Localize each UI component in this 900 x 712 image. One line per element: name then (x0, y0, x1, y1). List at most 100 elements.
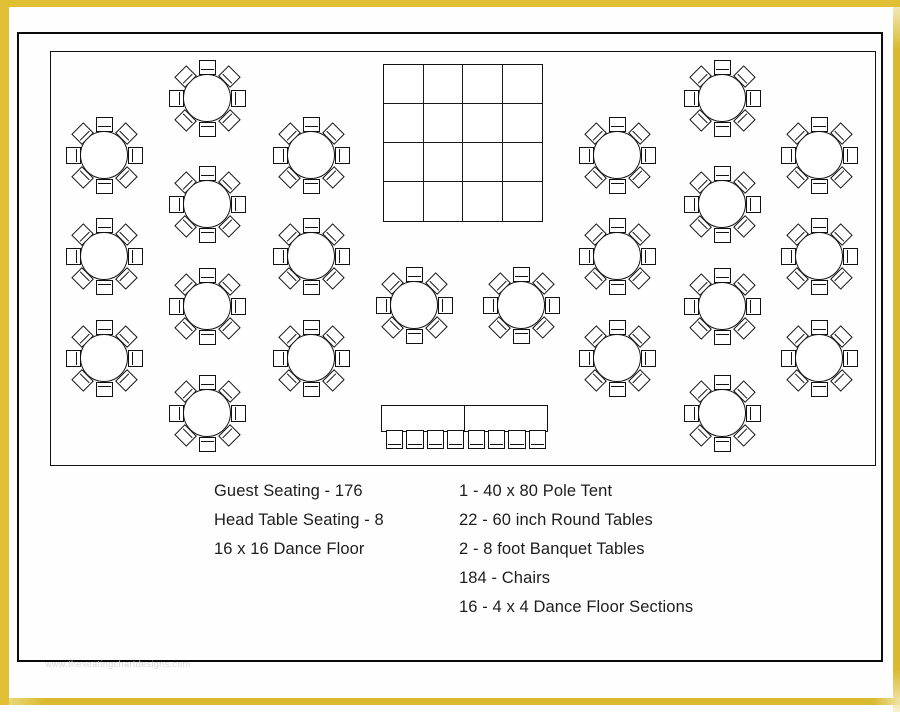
round-table-unit[interactable] (159, 258, 255, 354)
dance-floor-section[interactable] (384, 182, 424, 221)
round-table-chair[interactable] (810, 279, 828, 295)
round-table-chair[interactable] (683, 297, 699, 315)
head-table-chair[interactable] (406, 430, 424, 449)
round-table-chair[interactable] (334, 146, 350, 164)
round-table-chair[interactable] (683, 404, 699, 422)
head-table-chair[interactable] (386, 430, 404, 449)
round-table-chair[interactable] (745, 404, 761, 422)
round-table-chair[interactable] (272, 349, 288, 367)
round-table-unit[interactable] (569, 310, 665, 406)
round-table-chair[interactable] (230, 89, 246, 107)
round-table-chair[interactable] (230, 404, 246, 422)
head-table[interactable] (381, 405, 548, 449)
round-table-chair[interactable] (512, 328, 530, 344)
round-table-chair[interactable] (95, 319, 113, 335)
round-table-unit[interactable] (56, 208, 152, 304)
banquet-table[interactable] (381, 405, 466, 432)
round-table-chair[interactable] (810, 178, 828, 194)
round-table-chair[interactable] (842, 349, 858, 367)
round-table-chair[interactable] (578, 146, 594, 164)
round-table-chair[interactable] (168, 404, 184, 422)
round-table-unit[interactable] (674, 365, 770, 461)
round-table-chair[interactable] (95, 178, 113, 194)
round-table-chair[interactable] (842, 146, 858, 164)
round-table-chair[interactable] (608, 319, 626, 335)
round-table-chair[interactable] (127, 247, 143, 265)
round-table-unit[interactable] (569, 107, 665, 203)
round-table-unit[interactable] (771, 310, 867, 406)
round-table-chair[interactable] (375, 296, 391, 314)
dance-floor-section[interactable] (503, 182, 543, 221)
round-table-chair[interactable] (745, 89, 761, 107)
round-table-chair[interactable] (405, 328, 423, 344)
dance-floor-section[interactable] (463, 104, 503, 143)
round-table-chair[interactable] (640, 146, 656, 164)
round-table-chair[interactable] (65, 247, 81, 265)
round-table-chair[interactable] (437, 296, 453, 314)
round-table-chair[interactable] (713, 227, 731, 243)
round-table-chair[interactable] (334, 247, 350, 265)
round-table-chair[interactable] (810, 381, 828, 397)
dance-floor-section[interactable] (502, 143, 542, 182)
round-table-chair[interactable] (230, 297, 246, 315)
dance-floor-section[interactable] (502, 65, 542, 104)
round-table-chair[interactable] (198, 267, 216, 283)
round-table-chair[interactable] (127, 349, 143, 367)
dance-floor-section[interactable] (423, 104, 463, 143)
round-table-chair[interactable] (302, 381, 320, 397)
round-table-chair[interactable] (713, 121, 731, 137)
round-table-unit[interactable] (159, 50, 255, 146)
banquet-table[interactable] (463, 405, 548, 432)
round-table-unit[interactable] (771, 208, 867, 304)
round-table-chair[interactable] (713, 329, 731, 345)
round-table-chair[interactable] (745, 297, 761, 315)
round-table-chair[interactable] (780, 146, 796, 164)
round-table-chair[interactable] (198, 165, 216, 181)
round-table-chair[interactable] (198, 329, 216, 345)
round-table-chair[interactable] (713, 165, 731, 181)
round-table-chair[interactable] (810, 319, 828, 335)
round-table-chair[interactable] (745, 195, 761, 213)
dance-floor-section[interactable] (424, 182, 463, 221)
round-table-chair[interactable] (640, 247, 656, 265)
round-table-chair[interactable] (272, 146, 288, 164)
round-table-unit[interactable] (674, 156, 770, 252)
round-table-chair[interactable] (608, 279, 626, 295)
round-table-chair[interactable] (683, 195, 699, 213)
dance-floor-section[interactable] (463, 143, 503, 182)
round-table-chair[interactable] (608, 116, 626, 132)
round-table-chair[interactable] (842, 247, 858, 265)
round-table-chair[interactable] (544, 296, 560, 314)
round-table-chair[interactable] (302, 217, 320, 233)
round-table-chair[interactable] (95, 279, 113, 295)
round-table-chair[interactable] (334, 349, 350, 367)
head-table-chair[interactable] (467, 430, 485, 449)
round-table-chair[interactable] (127, 146, 143, 164)
dance-floor-section[interactable] (463, 65, 503, 104)
head-table-chair[interactable] (447, 430, 465, 449)
round-table-chair[interactable] (95, 217, 113, 233)
round-table-unit[interactable] (263, 208, 359, 304)
round-table-unit[interactable] (771, 107, 867, 203)
round-table-chair[interactable] (65, 349, 81, 367)
round-table-chair[interactable] (198, 59, 216, 75)
round-table-chair[interactable] (302, 279, 320, 295)
round-table-chair[interactable] (810, 217, 828, 233)
round-table-chair[interactable] (713, 374, 731, 390)
round-table-chair[interactable] (230, 195, 246, 213)
dance-floor-section[interactable] (463, 182, 503, 221)
round-table-unit[interactable] (263, 310, 359, 406)
round-table-chair[interactable] (578, 349, 594, 367)
round-table-chair[interactable] (640, 349, 656, 367)
round-table-chair[interactable] (198, 374, 216, 390)
round-table-unit[interactable] (159, 156, 255, 252)
dance-floor-section[interactable] (384, 143, 424, 182)
round-table-chair[interactable] (482, 296, 498, 314)
round-table-chair[interactable] (95, 381, 113, 397)
round-table-chair[interactable] (512, 266, 530, 282)
round-table-chair[interactable] (578, 247, 594, 265)
round-table-chair[interactable] (168, 195, 184, 213)
dance-floor-section[interactable] (384, 104, 424, 143)
round-table-chair[interactable] (198, 227, 216, 243)
round-table-chair[interactable] (302, 116, 320, 132)
